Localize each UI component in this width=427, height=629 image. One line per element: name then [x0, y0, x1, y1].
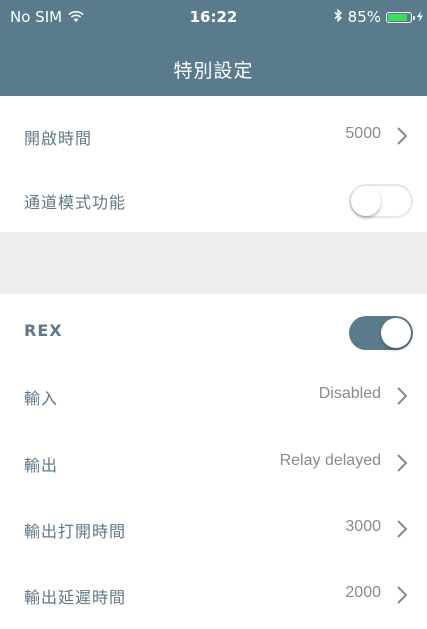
chevron-right-icon [397, 387, 408, 405]
toggle-knob [381, 318, 411, 348]
battery-percent: 85% [347, 8, 381, 26]
row-value: 2000 [345, 584, 381, 601]
status-bar: No SIM 16:22 85% [0, 0, 427, 30]
chevron-right-icon [397, 454, 408, 472]
status-right: 85% [334, 8, 423, 26]
row-value: Disabled [318, 385, 381, 402]
row-value: Relay delayed [279, 452, 381, 469]
row-label: REX [24, 321, 63, 340]
section-separator [0, 232, 427, 294]
row-label: 輸出延遲時間 [24, 588, 127, 607]
row-label: 輸出 [24, 456, 59, 475]
chevron-right-icon [397, 520, 408, 538]
row-value: 5000 [345, 125, 381, 142]
header: No SIM 16:22 85% 特別設定 [0, 0, 427, 96]
row-label: 輸出打開時間 [24, 522, 127, 541]
row-channel-mode: 通道模式功能 [0, 168, 427, 232]
row-output-delay-time[interactable]: 輸出延遲時間 2000 [0, 563, 427, 627]
charging-icon [417, 8, 423, 26]
screen: No SIM 16:22 85% 特別設定 開啟時間 5000 通道模式功能 R… [0, 0, 427, 629]
row-input[interactable]: 輸入 Disabled [0, 364, 427, 428]
row-open-time[interactable]: 開啟時間 5000 [0, 104, 427, 168]
chevron-right-icon [397, 127, 408, 145]
chevron-right-icon [397, 586, 408, 604]
battery-nub [413, 15, 415, 20]
row-output-open-time[interactable]: 輸出打開時間 3000 [0, 497, 427, 561]
channel-mode-toggle[interactable] [349, 184, 413, 218]
bluetooth-icon [334, 8, 343, 26]
row-rex: REX [0, 300, 427, 364]
toggle-knob [351, 186, 381, 216]
row-output[interactable]: 輸出 Relay delayed [0, 431, 427, 495]
row-label: 輸入 [24, 389, 59, 408]
page-title: 特別設定 [173, 60, 254, 82]
row-value: 3000 [345, 518, 381, 535]
row-label: 通道模式功能 [24, 193, 127, 212]
rex-toggle[interactable] [349, 316, 413, 350]
row-label: 開啟時間 [24, 129, 93, 148]
battery-fill [388, 13, 407, 21]
battery-icon [386, 11, 415, 23]
